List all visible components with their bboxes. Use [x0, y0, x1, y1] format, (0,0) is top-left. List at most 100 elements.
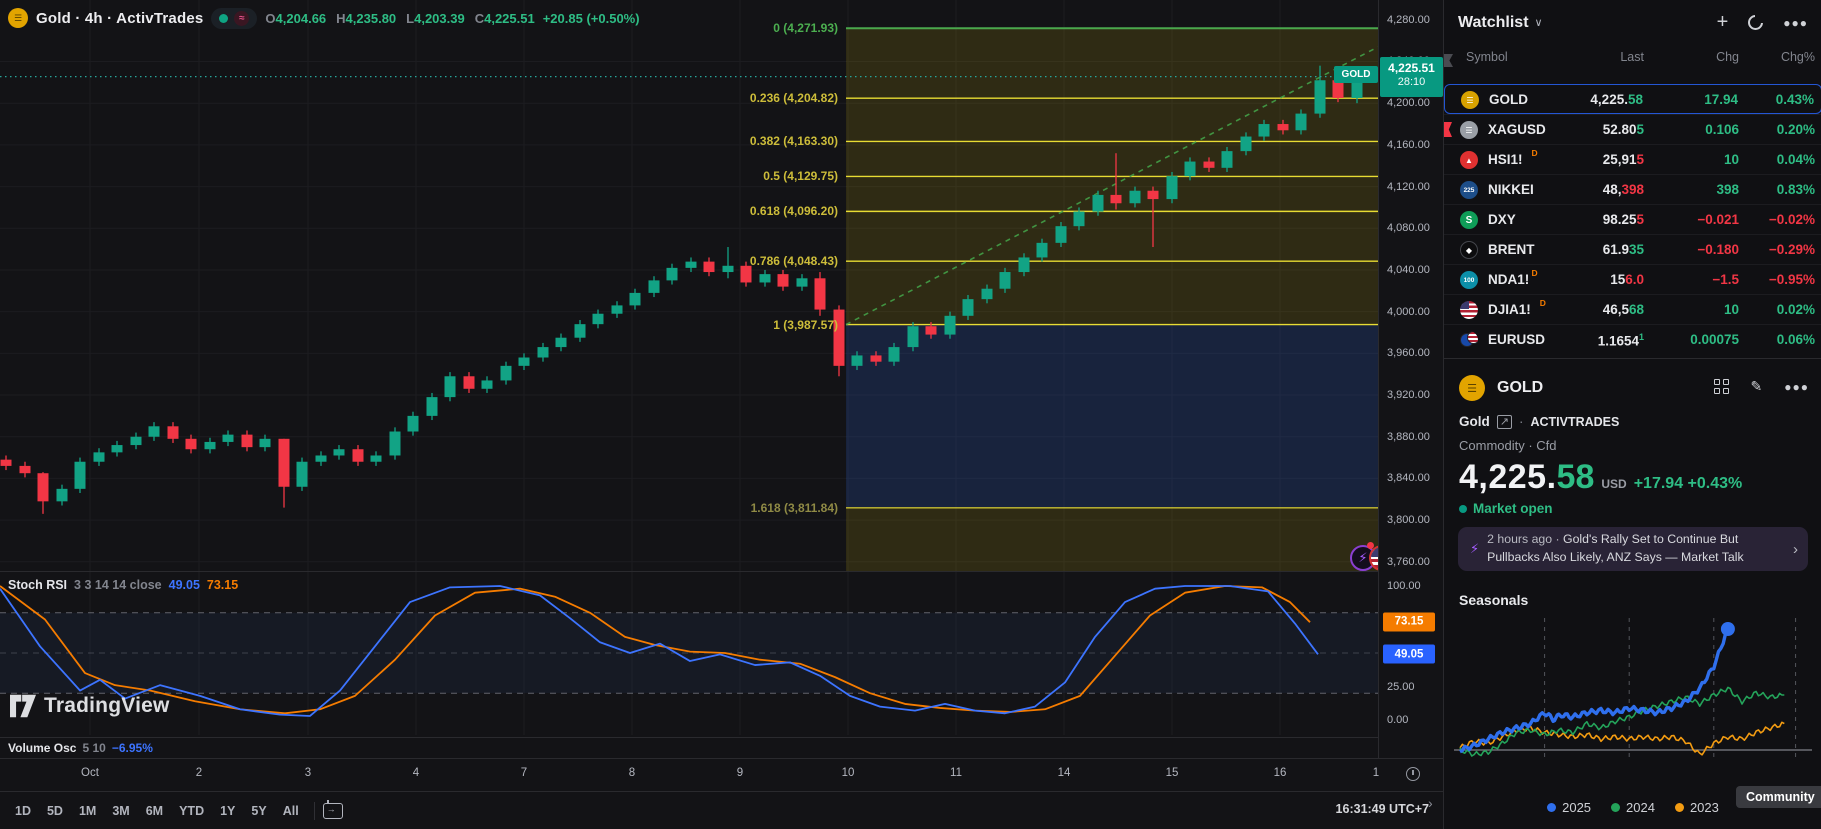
indicator-tick: 25.00: [1387, 681, 1415, 693]
layout-grid-icon[interactable]: [1714, 379, 1729, 394]
stoch-rsi-params: 3 3 14 14 close: [74, 578, 162, 592]
dot-separator: ·: [1519, 414, 1524, 429]
market-open-dot-icon: [219, 14, 228, 23]
range-button-3m[interactable]: 3M: [105, 800, 136, 822]
range-button-1m[interactable]: 1M: [72, 800, 103, 822]
watchlist-row-nda1[interactable]: 100NDA1!D156.0−1.5−0.95%: [1444, 264, 1821, 294]
symbol-name: GOLD: [1489, 92, 1528, 107]
date-tick: 2: [196, 767, 202, 779]
legend-label: 2025: [1562, 800, 1591, 815]
market-status-pill[interactable]: ≈: [211, 8, 257, 29]
watchlist-row-djia1[interactable]: DJIA1!D46,568100.02%: [1444, 294, 1821, 324]
chevron-right-icon[interactable]: ›: [1793, 541, 1798, 558]
more-options-icon[interactable]: ●●●: [1784, 380, 1809, 394]
range-button-6m[interactable]: 6M: [139, 800, 170, 822]
flag-icon[interactable]: [1444, 122, 1452, 137]
range-button-5y[interactable]: 5Y: [244, 800, 273, 822]
stoch-rsi-name[interactable]: Stoch RSI: [8, 578, 67, 592]
indicator-tick: 100.00: [1387, 580, 1421, 592]
watchlist-row-gold[interactable]: ☰GOLD4,225.5817.940.43%: [1444, 84, 1821, 114]
symbol-name: EURUSD: [1488, 332, 1545, 347]
volume-osc-name[interactable]: Volume Osc: [8, 741, 76, 755]
community-button[interactable]: Community: [1736, 786, 1821, 808]
tradingview-mark-icon: [10, 694, 36, 718]
watchlist-row-hsi1[interactable]: ▲HSI1!D25,915100.04%: [1444, 144, 1821, 174]
seasonals-chart[interactable]: [1444, 608, 1821, 768]
instrument-meta: Commodity · Cfd: [1459, 438, 1557, 453]
watchlist-title[interactable]: Watchlist: [1458, 14, 1529, 32]
flash-news-icon: ⚡: [1470, 541, 1479, 557]
add-symbol-button[interactable]: +: [1717, 11, 1729, 34]
collapse-panel-chevron-icon[interactable]: ›: [1428, 795, 1433, 811]
symbol-name-link[interactable]: Gold: [1459, 414, 1490, 429]
cell-chg-pct: 0.83%: [1777, 182, 1815, 197]
cell-last: 48,398: [1603, 182, 1644, 197]
column-chg-pct[interactable]: Chg%: [1781, 50, 1815, 64]
stoch-rsi-d-value: 73.15: [207, 578, 238, 592]
delayed-data-badge: D: [1540, 298, 1546, 308]
legend-label: 2023: [1690, 800, 1719, 815]
compose-note-icon[interactable]: ✎: [1751, 378, 1763, 395]
tradingview-logo[interactable]: TradingView: [10, 694, 170, 718]
chart-area[interactable]: ☰ Gold · 4h · ActivTrades ≈ O4,204.66H4,…: [0, 0, 1443, 829]
go-to-date-icon[interactable]: [323, 803, 343, 819]
date-tick: 4: [413, 767, 419, 779]
time-axis[interactable]: Oct23478910111415161: [0, 758, 1443, 791]
price-line-symbol-label: GOLD: [1334, 66, 1378, 83]
cell-chg: −0.021: [1697, 212, 1739, 227]
candlestick-chart[interactable]: [0, 0, 1378, 571]
symbol-name: DXY: [1488, 212, 1516, 227]
cell-chg: 0.106: [1705, 122, 1739, 137]
big-price: 4,225.58 USD +17.94 +0.43%: [1459, 458, 1742, 497]
column-last[interactable]: Last: [1620, 50, 1644, 64]
symbol-icon: [1460, 301, 1478, 319]
range-button-all[interactable]: All: [276, 800, 306, 822]
watchlist-row-nikkei[interactable]: 225NIKKEI48,3983980.83%: [1444, 174, 1821, 204]
watchlist-row-eurusd[interactable]: EURUSD1.165410.000750.06%: [1444, 324, 1821, 354]
gold-symbol-icon: ☰: [8, 8, 28, 28]
legend-item-2024[interactable]: 2024: [1611, 800, 1655, 815]
range-button-ytd[interactable]: YTD: [172, 800, 211, 822]
stoch-rsi-pane[interactable]: [0, 571, 1378, 735]
range-button-1d[interactable]: 1D: [8, 800, 38, 822]
right-panel: Watchlist ∨ + ●●● Symbol Last Chg Chg% ☰…: [1443, 0, 1821, 829]
watchlist-row-xagusd[interactable]: ☰XAGUSD52.8050.1060.20%: [1444, 114, 1821, 144]
pane-divider[interactable]: [0, 571, 1443, 572]
volume-osc-value: −6.95%: [112, 741, 153, 755]
volume-osc-legend: Volume Osc 5 10 −6.95%: [8, 741, 153, 755]
fib-level-label: 0.236 (4,204.82): [750, 91, 838, 105]
cell-last: 25,915: [1603, 152, 1644, 167]
more-options-icon[interactable]: ●●●: [1783, 16, 1808, 30]
range-button-5d[interactable]: 5D: [40, 800, 70, 822]
indicator-tick: 0.00: [1387, 714, 1408, 726]
clock-timezone-icon[interactable]: [1406, 767, 1420, 781]
watchlist-row-dxy[interactable]: SDXY98.255−0.021−0.02%: [1444, 204, 1821, 234]
watchlist-actions: + ●●●: [1717, 11, 1808, 34]
legend-item-2025[interactable]: 2025: [1547, 800, 1591, 815]
external-link-icon[interactable]: ↗: [1497, 415, 1512, 429]
range-button-1y[interactable]: 1Y: [213, 800, 242, 822]
news-item[interactable]: ⚡ 2 hours ago · Gold's Rally Set to Cont…: [1458, 527, 1808, 571]
cell-chg: 398: [1716, 182, 1739, 197]
pane-divider-volume[interactable]: [0, 737, 1443, 738]
price-currency: USD: [1601, 477, 1626, 491]
cell-chg: −1.5: [1712, 272, 1739, 287]
chevron-down-icon[interactable]: ∨: [1535, 16, 1543, 29]
clock[interactable]: 16:31:49 UTC+7: [1336, 802, 1429, 816]
price-integer: 4,225.: [1459, 458, 1557, 497]
symbol-icon: ☰: [1460, 121, 1478, 139]
us-flag-icon: [1460, 301, 1478, 319]
flag-column-icon[interactable]: [1444, 54, 1453, 67]
symbol-title[interactable]: Gold · 4h · ActivTrades: [36, 10, 203, 27]
heatmap-icon[interactable]: [1748, 15, 1763, 30]
price-scale[interactable]: 4,280.004,240.004,200.004,160.004,120.00…: [1378, 0, 1443, 829]
legend-item-2023[interactable]: 2023: [1675, 800, 1719, 815]
column-symbol[interactable]: Symbol: [1466, 50, 1508, 64]
card-symbol-title[interactable]: GOLD: [1497, 379, 1543, 397]
cell-chg: 10: [1724, 152, 1739, 167]
price-tick: 3,880.00: [1387, 431, 1430, 443]
column-chg[interactable]: Chg: [1716, 50, 1739, 64]
cell-last: 156.0: [1610, 272, 1644, 287]
watchlist-rows: ☰GOLD4,225.5817.940.43%☰XAGUSD52.8050.10…: [1444, 84, 1821, 354]
watchlist-row-brent[interactable]: ◆BRENT61.935−0.180−0.29%: [1444, 234, 1821, 264]
